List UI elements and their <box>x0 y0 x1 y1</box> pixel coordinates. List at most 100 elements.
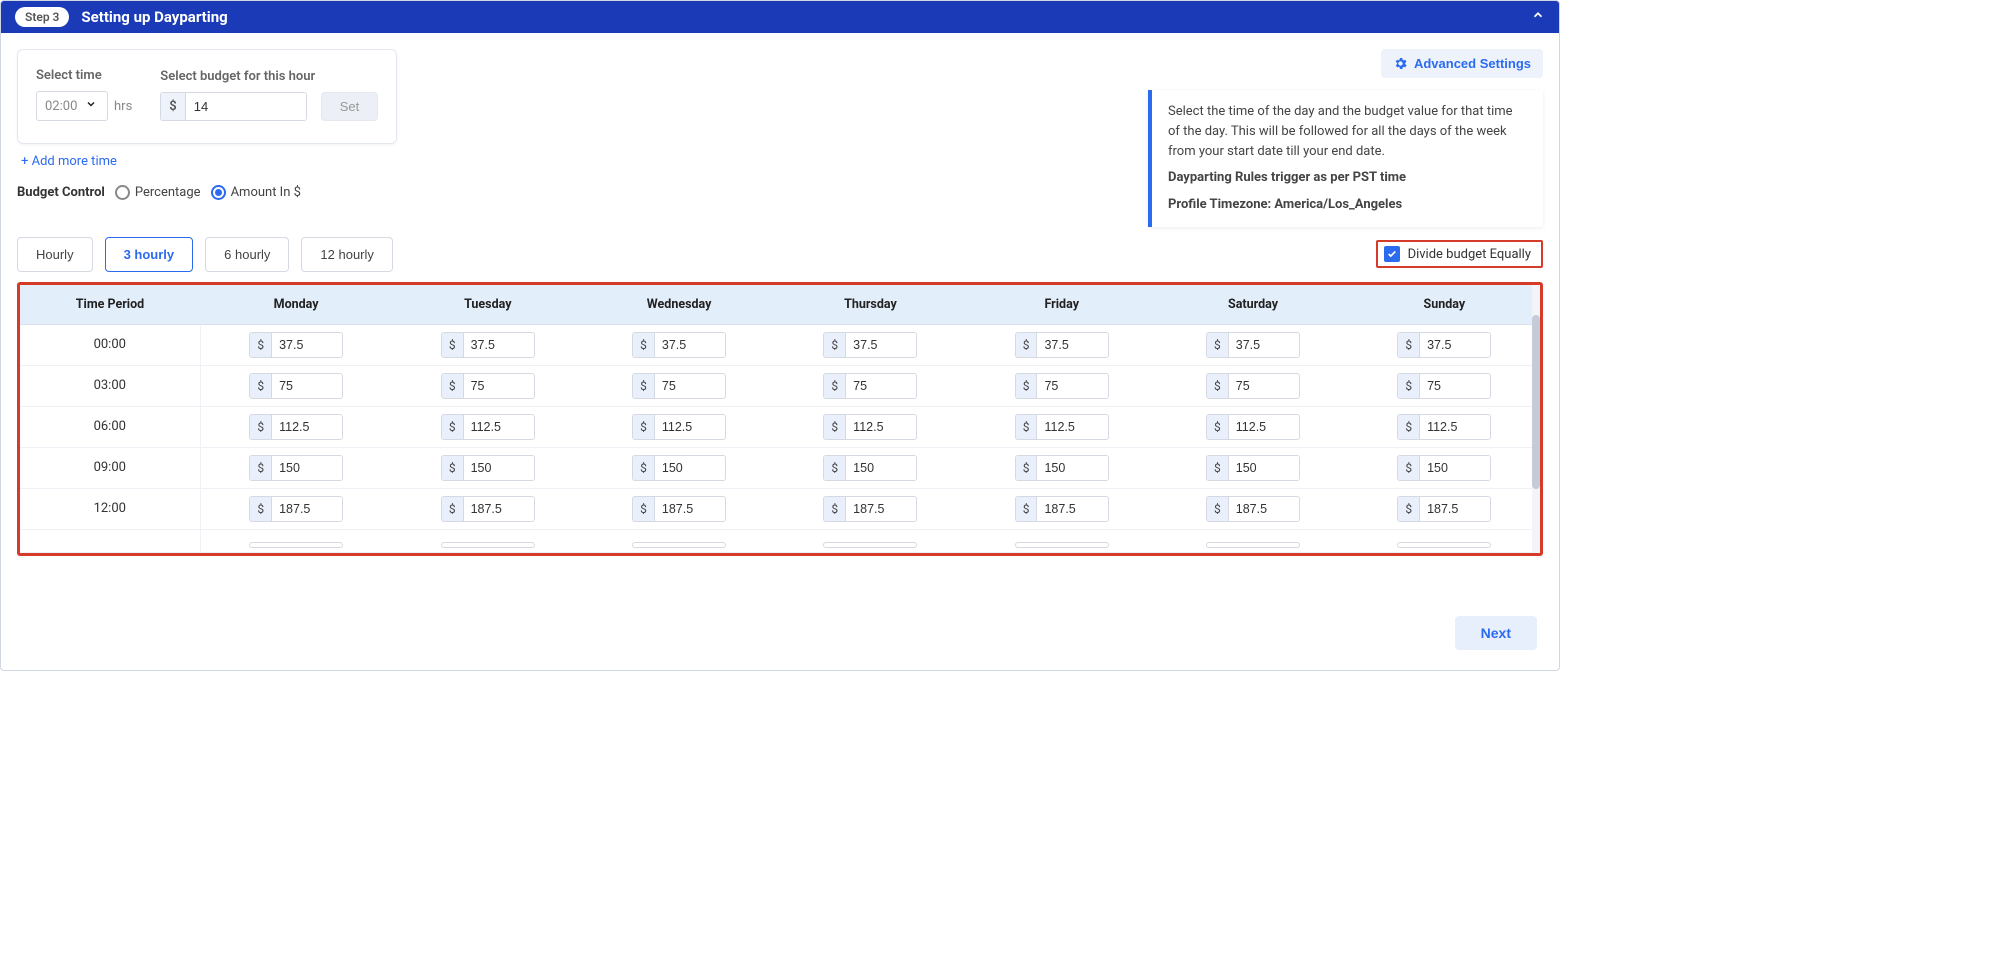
value-cell: $ <box>583 324 774 365</box>
cell-input-wrap: $ <box>1206 373 1300 399</box>
cell-input-wrap: $ <box>632 332 726 358</box>
cell-value-input[interactable] <box>464 374 534 398</box>
cell-value-input[interactable] <box>272 374 342 398</box>
cell-value-input[interactable] <box>1420 374 1490 398</box>
cell-value-input[interactable] <box>1037 415 1107 439</box>
cell-input-wrap: $ <box>441 496 535 522</box>
info-box: Select the time of the day and the budge… <box>1148 90 1543 227</box>
tab-12hourly[interactable]: 12 hourly <box>301 237 392 272</box>
cell-value-input[interactable] <box>1420 456 1490 480</box>
cell-value-input[interactable] <box>846 333 916 357</box>
cell-value-input[interactable] <box>655 456 725 480</box>
budget-control-label: Budget Control <box>17 185 105 200</box>
cell-value-input[interactable] <box>1229 374 1299 398</box>
next-button[interactable]: Next <box>1455 616 1537 650</box>
cell-value-input[interactable] <box>846 374 916 398</box>
th-tuesday: Tuesday <box>392 285 583 325</box>
table-row: 03:00$$$$$$$ <box>20 365 1540 406</box>
radio-percentage[interactable]: Percentage <box>115 185 201 200</box>
cell-value-input[interactable] <box>1037 374 1107 398</box>
cell-input-wrap: $ <box>823 455 917 481</box>
dollar-icon: $ <box>633 415 655 439</box>
radio-amount[interactable]: Amount In $ <box>211 185 301 200</box>
table-header-row: Time Period Monday Tuesday Wednesday Thu… <box>20 285 1540 325</box>
cell-input-wrap: $ <box>1397 332 1491 358</box>
cell-value-input[interactable] <box>1229 333 1299 357</box>
cell-value-input[interactable] <box>1420 497 1490 521</box>
cell-value-input[interactable] <box>1037 497 1107 521</box>
add-more-time-link[interactable]: + Add more time <box>21 154 117 169</box>
radio-percentage-label: Percentage <box>135 185 201 200</box>
select-budget-label: Select budget for this hour <box>160 69 378 84</box>
dollar-icon: $ <box>824 415 846 439</box>
tab-hourly[interactable]: Hourly <box>17 237 93 272</box>
value-cell <box>966 529 1157 552</box>
cell-value-input[interactable] <box>272 497 342 521</box>
dollar-icon: $ <box>1016 456 1038 480</box>
advanced-settings-button[interactable]: Advanced Settings <box>1381 49 1543 78</box>
cell-value-input[interactable] <box>846 497 916 521</box>
dollar-icon: $ <box>1016 374 1038 398</box>
cell-value-input[interactable] <box>1420 415 1490 439</box>
cell-input-wrap: $ <box>823 496 917 522</box>
cell-value-input[interactable] <box>272 415 342 439</box>
chevron-down-icon <box>85 98 97 114</box>
cell-value-input[interactable] <box>464 456 534 480</box>
cell-value-input[interactable] <box>464 497 534 521</box>
dollar-icon: $ <box>1016 497 1038 521</box>
cell-value-input[interactable] <box>1037 333 1107 357</box>
value-cell: $ <box>966 447 1157 488</box>
dollar-icon: $ <box>250 333 272 357</box>
cell-input-wrap: $ <box>249 373 343 399</box>
cell-value-input[interactable] <box>655 333 725 357</box>
radio-amount-label: Amount In $ <box>231 185 301 200</box>
dollar-icon: $ <box>824 333 846 357</box>
cell-value-input[interactable] <box>1420 333 1490 357</box>
dollar-icon: $ <box>1207 456 1229 480</box>
cell-input-wrap: $ <box>1397 496 1491 522</box>
cell-value-input[interactable] <box>1229 497 1299 521</box>
time-select[interactable]: 02:00 <box>36 91 108 121</box>
collapse-toggle[interactable] <box>1531 8 1545 26</box>
dollar-icon: $ <box>1398 333 1420 357</box>
cell-value-input[interactable] <box>655 497 725 521</box>
value-cell: $ <box>966 324 1157 365</box>
th-monday: Monday <box>200 285 392 325</box>
cell-value-input[interactable] <box>464 415 534 439</box>
value-cell: $ <box>1349 406 1540 447</box>
cell-value-input[interactable] <box>272 456 342 480</box>
cell-value-input[interactable] <box>1229 456 1299 480</box>
scrollbar-thumb[interactable] <box>1532 315 1540 489</box>
value-cell: $ <box>1157 365 1348 406</box>
divide-equally-checkbox[interactable]: Divide budget Equally <box>1376 240 1543 268</box>
dollar-icon: $ <box>442 456 464 480</box>
value-cell <box>392 529 583 552</box>
scrollbar-track[interactable] <box>1532 285 1540 553</box>
cell-value-input[interactable] <box>655 374 725 398</box>
checkbox-checked-icon <box>1384 246 1400 262</box>
set-button[interactable]: Set <box>321 92 379 121</box>
dollar-icon: $ <box>442 497 464 521</box>
cell-input-wrap: $ <box>1206 332 1300 358</box>
cell-value-input[interactable] <box>655 415 725 439</box>
value-cell: $ <box>392 488 583 529</box>
cell-value-input[interactable] <box>846 456 916 480</box>
dollar-icon: $ <box>250 374 272 398</box>
budget-table-wrap: Time Period Monday Tuesday Wednesday Thu… <box>17 282 1543 556</box>
value-cell: $ <box>1157 447 1348 488</box>
cell-value-input[interactable] <box>1037 456 1107 480</box>
cell-input-wrap: $ <box>1397 455 1491 481</box>
step-badge: Step 3 <box>15 7 69 27</box>
cell-value-input[interactable] <box>1229 415 1299 439</box>
cell-value-input[interactable] <box>464 333 534 357</box>
budget-input[interactable] <box>186 93 306 120</box>
cell-input-wrap: $ <box>1015 373 1109 399</box>
cell-value-input[interactable] <box>846 415 916 439</box>
cell-input-wrap: $ <box>823 332 917 358</box>
cell-input-wrap: $ <box>823 373 917 399</box>
dollar-icon: $ <box>824 497 846 521</box>
tab-6hourly[interactable]: 6 hourly <box>205 237 289 272</box>
cell-value-input[interactable] <box>272 333 342 357</box>
tab-3hourly[interactable]: 3 hourly <box>105 237 194 272</box>
hrs-label: hrs <box>114 99 132 114</box>
